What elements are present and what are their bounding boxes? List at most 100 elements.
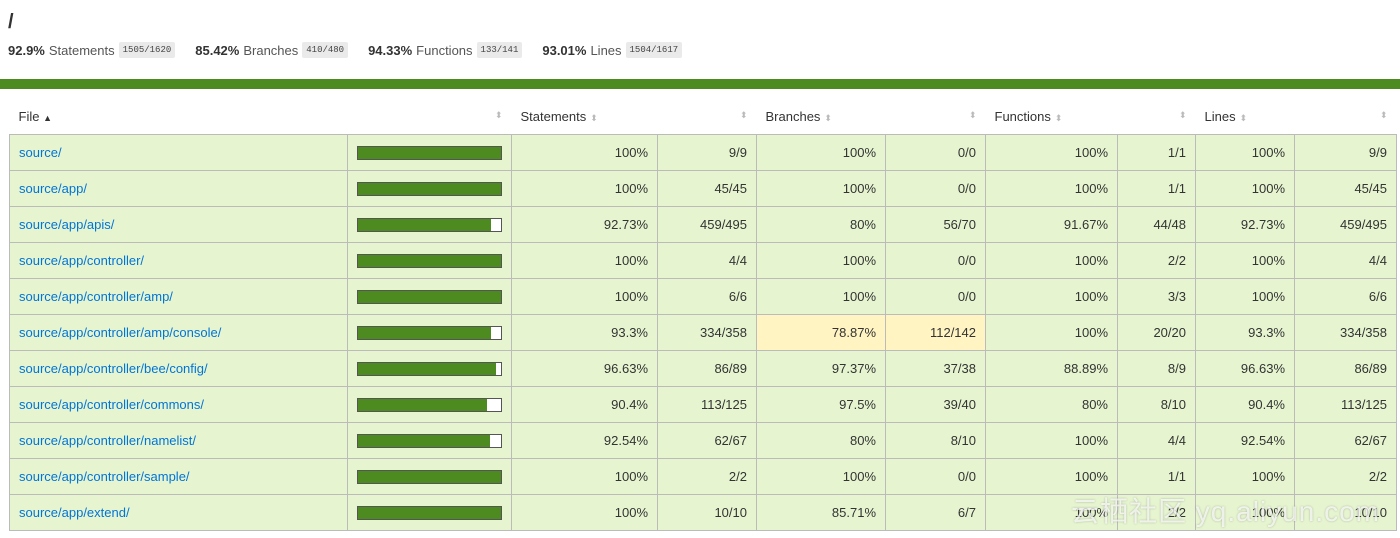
- summary-pct: 92.9%: [8, 42, 45, 58]
- file-cell: source/app/controller/sample/: [9, 458, 348, 495]
- column-branches-raw[interactable]: ⬍: [886, 98, 986, 135]
- coverage-bar-cell: [347, 386, 512, 423]
- column-functions[interactable]: Functions ⬍: [986, 98, 1118, 135]
- file-cell: source/app/controller/amp/: [9, 278, 348, 315]
- branches-pct: 97.37%: [756, 350, 886, 387]
- file-link[interactable]: source/app/apis/: [19, 217, 114, 232]
- statements-pct: 100%: [511, 458, 658, 495]
- coverage-bar: [357, 361, 502, 376]
- lines-fraction: 334/358: [1294, 314, 1397, 351]
- coverage-bar-cell: [347, 314, 512, 351]
- branches-pct: 100%: [756, 170, 886, 207]
- branches-fraction: 8/10: [885, 422, 986, 459]
- coverage-bar-cell: [347, 494, 512, 531]
- lines-fraction: 113/125: [1294, 386, 1397, 423]
- lines-fraction: 45/45: [1294, 170, 1397, 207]
- file-link[interactable]: source/app/controller/amp/: [19, 289, 173, 304]
- column-branches[interactable]: Branches ⬍: [757, 98, 886, 135]
- statements-fraction: 45/45: [657, 170, 757, 207]
- coverage-bar: [357, 325, 502, 340]
- column-lines-raw[interactable]: ⬍: [1295, 98, 1397, 135]
- table-row: source/app/controller/amp/ 100% 6/6 100%…: [9, 278, 1397, 315]
- coverage-bar-cell: [347, 242, 512, 279]
- file-cell: source/app/controller/amp/console/: [9, 314, 348, 351]
- file-link[interactable]: source/app/controller/: [19, 253, 144, 268]
- functions-pct: 88.89%: [985, 350, 1118, 387]
- lines-pct: 92.54%: [1195, 422, 1295, 459]
- sort-asc-icon: ▲: [43, 112, 52, 123]
- file-link[interactable]: source/app/extend/: [19, 505, 130, 520]
- summary-pct: 93.01%: [542, 42, 587, 58]
- branches-fraction: 39/40: [885, 386, 986, 423]
- table-row: source/app/controller/amp/console/ 93.3%…: [9, 314, 1397, 351]
- table-row: source/app/controller/namelist/ 92.54% 6…: [9, 422, 1397, 459]
- file-link[interactable]: source/app/controller/amp/console/: [19, 325, 221, 340]
- column-bar[interactable]: ⬍: [348, 98, 512, 135]
- coverage-bar-fill: [358, 218, 491, 231]
- branches-fraction: 0/0: [885, 134, 986, 171]
- functions-pct: 100%: [985, 278, 1118, 315]
- coverage-bar-fill: [358, 182, 501, 195]
- branches-fraction: 0/0: [885, 242, 986, 279]
- lines-fraction: 9/9: [1294, 134, 1397, 171]
- statements-fraction: 459/495: [657, 206, 757, 243]
- statements-pct: 96.63%: [511, 350, 658, 387]
- lines-pct: 93.3%: [1195, 314, 1295, 351]
- branches-pct: 85.71%: [756, 494, 886, 531]
- coverage-bar: [357, 397, 502, 412]
- statements-fraction: 334/358: [657, 314, 757, 351]
- lines-pct: 100%: [1195, 278, 1295, 315]
- statements-pct: 100%: [511, 278, 658, 315]
- coverage-bar-fill: [358, 434, 491, 447]
- statements-pct: 100%: [511, 134, 658, 171]
- coverage-bar-cell: [347, 278, 512, 315]
- statements-pct: 92.73%: [511, 206, 658, 243]
- column-functions-raw[interactable]: ⬍: [1118, 98, 1196, 135]
- coverage-bar-cell: [347, 170, 512, 207]
- lines-fraction: 459/495: [1294, 206, 1397, 243]
- functions-fraction: 8/9: [1117, 350, 1196, 387]
- statements-pct: 100%: [511, 494, 658, 531]
- file-link[interactable]: source/app/: [19, 181, 87, 196]
- coverage-bar: [357, 505, 502, 520]
- branches-pct: 97.5%: [756, 386, 886, 423]
- lines-pct: 100%: [1195, 134, 1295, 171]
- header: / 92.9% Statements 1505/1620 85.42% Branches…: [0, 0, 1400, 79]
- lines-pct: 100%: [1195, 170, 1295, 207]
- file-link[interactable]: source/app/controller/sample/: [19, 469, 190, 484]
- column-statements-raw[interactable]: ⬍: [658, 98, 757, 135]
- lines-fraction: 62/67: [1294, 422, 1397, 459]
- functions-fraction: 44/48: [1117, 206, 1196, 243]
- sort-icon: ⬍: [1239, 112, 1248, 123]
- summary-fraction: 410/480: [302, 42, 349, 58]
- sort-icon: ⬍: [968, 110, 977, 120]
- lines-fraction: 6/6: [1294, 278, 1397, 315]
- file-link[interactable]: source/app/controller/namelist/: [19, 433, 196, 448]
- coverage-bar-fill: [358, 326, 492, 339]
- table-row: source/app/controller/ 100% 4/4 100% 0/0…: [9, 242, 1397, 279]
- statements-fraction: 9/9: [657, 134, 757, 171]
- functions-fraction: 2/2: [1117, 242, 1196, 279]
- coverage-bar-fill: [358, 290, 501, 303]
- summary-pct: 85.42%: [195, 42, 240, 58]
- statements-pct: 90.4%: [511, 386, 658, 423]
- file-cell: source/app/: [9, 170, 348, 207]
- branches-fraction: 37/38: [885, 350, 986, 387]
- file-link[interactable]: source/app/controller/bee/config/: [19, 361, 208, 376]
- column-lines[interactable]: Lines ⬍: [1196, 98, 1295, 135]
- file-cell: source/app/controller/bee/config/: [9, 350, 348, 387]
- file-link[interactable]: source/app/controller/commons/: [19, 397, 204, 412]
- table-row: source/app/controller/commons/ 90.4% 113…: [9, 386, 1397, 423]
- column-statements[interactable]: Statements ⬍: [512, 98, 658, 135]
- functions-fraction: 1/1: [1117, 170, 1196, 207]
- coverage-bar-cell: [347, 458, 512, 495]
- file-cell: source/: [9, 134, 348, 171]
- summary-statements: 92.9% Statements 1505/1620: [8, 42, 176, 58]
- sort-icon: ⬍: [1178, 110, 1187, 120]
- file-link[interactable]: source/: [19, 145, 62, 160]
- column-file[interactable]: File ▲: [10, 98, 348, 135]
- branches-pct: 100%: [756, 242, 886, 279]
- branches-fraction: 56/70: [885, 206, 986, 243]
- branches-fraction: 0/0: [885, 170, 986, 207]
- statements-fraction: 4/4: [657, 242, 757, 279]
